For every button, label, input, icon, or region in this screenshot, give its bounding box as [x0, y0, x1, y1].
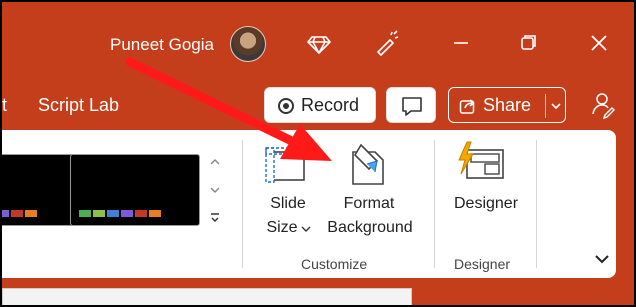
- color-swatch: [2, 210, 9, 217]
- theme-variant-thumbnail[interactable]: [70, 154, 200, 226]
- slide-size-label-1: Slide: [270, 195, 306, 212]
- gallery-scroller: [206, 148, 224, 234]
- share-label: Share: [483, 95, 532, 115]
- powerpoint-window: Puneet Gogia t Script Lab Record Share S…: [2, 2, 634, 305]
- color-swatch: [93, 210, 105, 217]
- coauthor-icon[interactable]: [586, 90, 618, 120]
- color-swatch: [149, 210, 161, 217]
- group-label-designer: Designer: [454, 256, 511, 272]
- chevron-down-icon: [301, 226, 311, 232]
- color-swatch: [11, 210, 23, 217]
- close-icon[interactable]: [584, 28, 614, 58]
- minimize-icon[interactable]: [446, 28, 476, 58]
- tab-partial[interactable]: t: [2, 95, 7, 116]
- command-row: t Script Lab Record Share: [2, 82, 634, 130]
- designer-label: Designer: [453, 195, 519, 212]
- theme-variant-thumbnail[interactable]: [2, 154, 76, 226]
- group-label-customize: Customize: [301, 256, 368, 272]
- color-swatch: [135, 210, 147, 217]
- tab-script-lab[interactable]: Script Lab: [38, 95, 119, 116]
- theme-color-bars: [79, 210, 161, 217]
- gallery-scroll-down-icon[interactable]: [206, 176, 224, 204]
- theme-color-bars: [2, 210, 37, 217]
- gallery-scroll-up-icon[interactable]: [206, 148, 224, 176]
- share-icon: [459, 99, 475, 114]
- record-label: Record: [301, 95, 360, 115]
- share-button[interactable]: Share: [448, 87, 566, 123]
- comment-icon: [402, 97, 422, 116]
- color-swatch: [25, 210, 37, 217]
- diamond-icon[interactable]: [304, 28, 334, 58]
- chevron-down-icon[interactable]: [550, 101, 562, 111]
- color-swatch: [107, 210, 119, 217]
- slide-panel-edge: [2, 288, 412, 305]
- title-bar: Puneet Gogia: [2, 2, 634, 82]
- group-divider: [434, 140, 435, 268]
- group-divider: [536, 140, 537, 268]
- slide-size-icon: [265, 147, 307, 183]
- gallery-more-icon[interactable]: [206, 204, 224, 232]
- group-divider: [242, 140, 243, 268]
- format-background-label-1: Format: [343, 195, 395, 212]
- format-background-icon: [352, 143, 384, 185]
- format-background-label-2: Background: [327, 219, 413, 236]
- user-name[interactable]: Puneet Gogia: [110, 35, 214, 55]
- restore-icon[interactable]: [514, 28, 544, 58]
- color-swatch: [79, 210, 91, 217]
- comments-button[interactable]: [386, 87, 436, 123]
- share-divider: [545, 94, 546, 118]
- ribbon-display-options-icon[interactable]: [590, 248, 614, 270]
- color-swatch: [121, 210, 133, 217]
- avatar[interactable]: [230, 26, 266, 62]
- magic-wand-icon[interactable]: [372, 28, 402, 58]
- record-button[interactable]: Record: [264, 87, 376, 123]
- record-icon: [278, 98, 294, 114]
- slide-size-label-2: Size: [266, 219, 298, 236]
- ribbon-design: Slide Size Format Background Customize D…: [2, 130, 616, 278]
- designer-icon: [458, 141, 504, 179]
